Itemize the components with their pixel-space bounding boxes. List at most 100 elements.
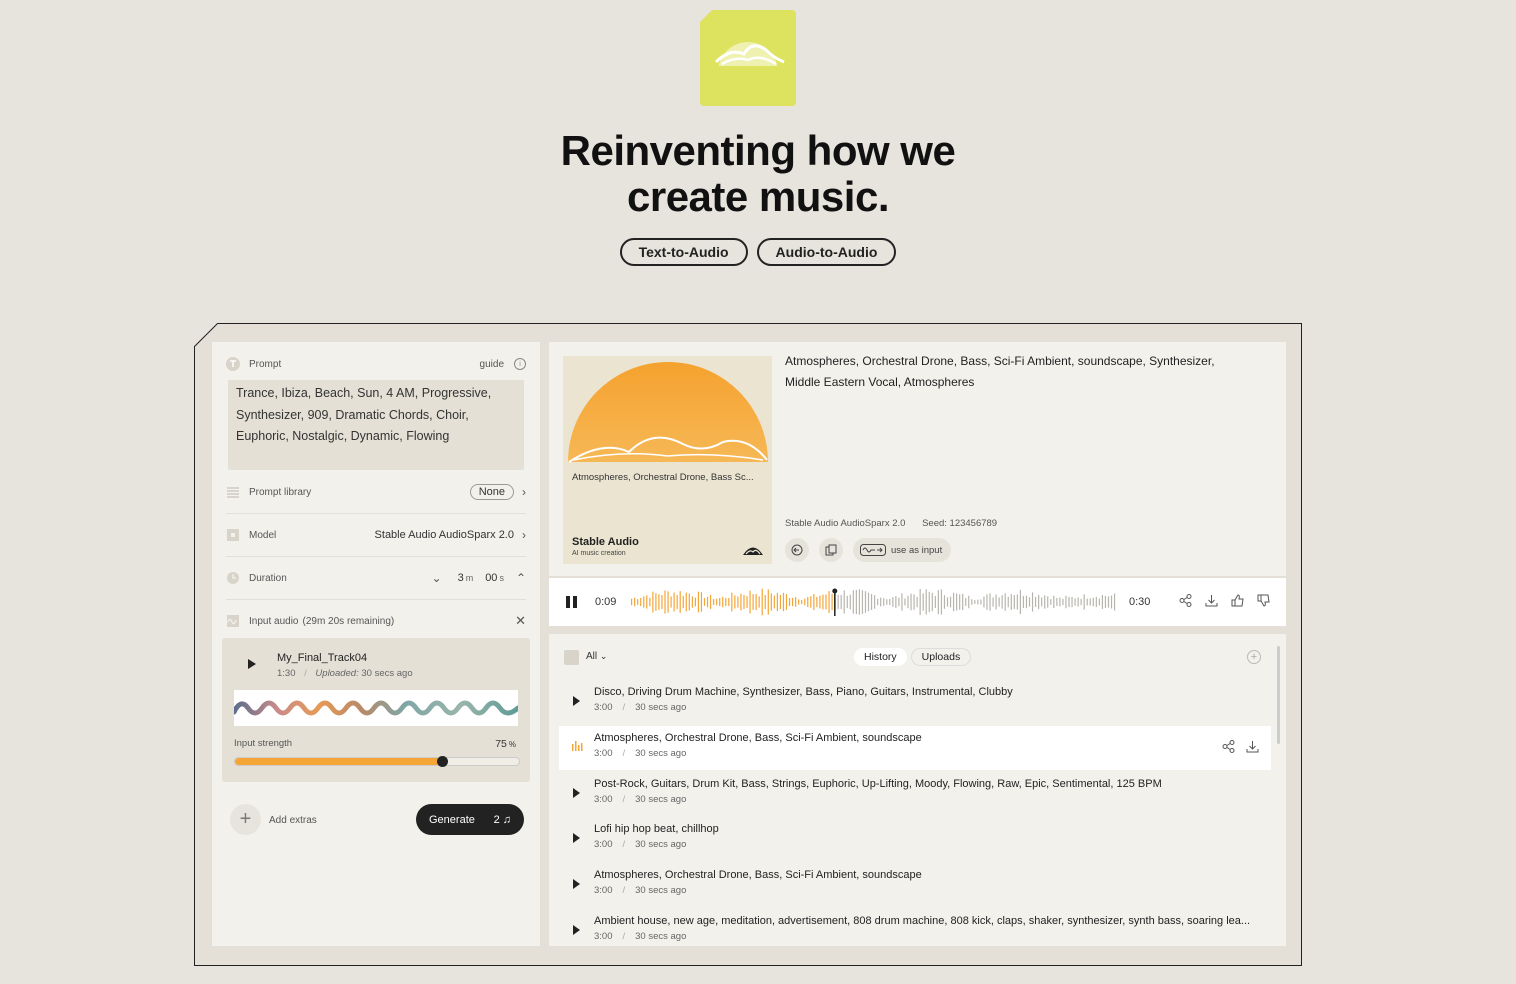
duration-minutes[interactable]: 3 bbox=[458, 572, 464, 584]
waveform-bar bbox=[722, 596, 724, 608]
history-item[interactable]: Disco, Driving Drum Machine, Synthesizer… bbox=[559, 680, 1271, 724]
model-label: Model bbox=[249, 529, 277, 541]
text-to-audio-button[interactable]: Text-to-Audio bbox=[619, 238, 748, 266]
tab-history[interactable]: History bbox=[854, 648, 907, 666]
pause-button[interactable] bbox=[566, 596, 577, 608]
waveform-bar bbox=[943, 595, 946, 609]
share-icon[interactable] bbox=[1179, 594, 1192, 607]
player-waveform[interactable] bbox=[629, 588, 1119, 616]
elapsed-time: 0:09 bbox=[595, 596, 617, 608]
use-as-input-button[interactable]: use as input bbox=[853, 538, 952, 562]
model-row[interactable]: Model Stable Audio AudioSparx 2.0 › bbox=[226, 514, 526, 557]
playhead-handle[interactable] bbox=[832, 588, 838, 594]
add-extras-button[interactable]: + bbox=[230, 804, 261, 835]
waveform-bar bbox=[922, 593, 924, 611]
waveform-bar bbox=[1019, 589, 1021, 615]
play-icon[interactable] bbox=[573, 925, 580, 935]
current-track-panel: Atmospheres, Orchestral Drone, Bass Sc..… bbox=[549, 342, 1286, 576]
waveform-bar bbox=[694, 597, 696, 607]
play-icon[interactable] bbox=[573, 696, 580, 706]
chevron-right-icon: › bbox=[522, 485, 526, 499]
waveform-bar bbox=[968, 595, 970, 609]
uploaded-label: Uploaded: bbox=[315, 668, 359, 679]
model-icon bbox=[227, 529, 239, 541]
waveform-bar bbox=[877, 598, 879, 606]
hero-line-1: Reinventing how we bbox=[560, 127, 956, 174]
play-icon[interactable] bbox=[573, 833, 580, 843]
waveform-bar bbox=[1016, 594, 1018, 610]
reuse-settings-button[interactable] bbox=[785, 538, 809, 562]
add-icon[interactable]: + bbox=[1247, 650, 1261, 664]
waveform-input-icon bbox=[860, 544, 886, 556]
waveform-bar bbox=[691, 596, 693, 608]
waveform-bar bbox=[1038, 594, 1040, 610]
play-icon[interactable] bbox=[573, 879, 580, 889]
prompt-library-row[interactable]: Prompt library None › bbox=[226, 471, 526, 514]
waveform-bar bbox=[779, 594, 782, 610]
download-icon[interactable] bbox=[1246, 740, 1259, 753]
guide-link[interactable]: guide bbox=[480, 359, 504, 370]
history-time: 30 secs ago bbox=[635, 702, 687, 713]
cover-logo-icon bbox=[743, 547, 763, 555]
waveform-bar bbox=[919, 588, 921, 616]
waveform-bar bbox=[703, 598, 706, 606]
waveform-bar bbox=[700, 592, 703, 612]
history-time: 30 secs ago bbox=[635, 931, 687, 942]
close-icon[interactable]: ✕ bbox=[515, 613, 526, 629]
waveform-bar bbox=[995, 594, 997, 610]
percent-unit: % bbox=[508, 740, 516, 749]
duration-seconds[interactable]: 00 bbox=[485, 572, 497, 584]
chevron-up-icon[interactable]: ⌃ bbox=[516, 571, 526, 585]
prompt-input[interactable]: Trance, Ibiza, Beach, Sun, 4 AM, Progres… bbox=[228, 380, 524, 470]
waveform-bar bbox=[673, 592, 675, 612]
input-waveform[interactable] bbox=[231, 690, 521, 726]
waveform-bar bbox=[983, 596, 985, 608]
waveform-bar bbox=[810, 596, 812, 608]
waveform-bar bbox=[761, 588, 763, 616]
waveform-bar bbox=[931, 592, 933, 612]
history-item[interactable]: Post-Rock, Guitars, Drum Kit, Bass, Stri… bbox=[559, 772, 1271, 816]
waveform-bar bbox=[1001, 595, 1003, 609]
chevron-down-icon[interactable]: ⌄ bbox=[432, 571, 442, 585]
waveform-bar bbox=[1025, 595, 1028, 609]
input-strength-slider[interactable] bbox=[234, 756, 520, 767]
history-title: Disco, Driving Drum Machine, Synthesizer… bbox=[594, 686, 1013, 698]
waveform-bar bbox=[743, 594, 745, 610]
waveform-bar bbox=[901, 593, 903, 611]
waveform-bar bbox=[1056, 597, 1058, 607]
history-item[interactable]: Lofi hip hop beat, chillhop 3:00/30 secs… bbox=[559, 817, 1271, 861]
generate-button[interactable]: Generate 2 ♫ bbox=[416, 804, 524, 835]
copy-icon[interactable] bbox=[819, 538, 843, 562]
history-item[interactable]: Atmospheres, Orchestral Drone, Bass, Sci… bbox=[559, 863, 1271, 907]
filter-dropdown[interactable]: All ⌄ bbox=[586, 651, 607, 662]
waveform-bar bbox=[685, 592, 687, 612]
waveform-bar bbox=[634, 597, 636, 607]
waveform-bar bbox=[861, 590, 864, 614]
info-icon[interactable]: i bbox=[514, 358, 526, 370]
filter-icon[interactable] bbox=[564, 650, 579, 665]
waveform-bar bbox=[1004, 593, 1006, 611]
download-icon[interactable] bbox=[1205, 594, 1218, 607]
share-icon[interactable] bbox=[1222, 740, 1235, 753]
input-strength-handle[interactable] bbox=[437, 756, 449, 767]
prompt-library-value[interactable]: None bbox=[469, 484, 514, 500]
history-item[interactable]: Ambient house, new age, meditation, adve… bbox=[559, 909, 1271, 946]
waveform-bar bbox=[713, 599, 715, 605]
thumbs-down-icon[interactable] bbox=[1257, 594, 1270, 607]
play-icon[interactable] bbox=[248, 659, 256, 669]
add-extras-label: Add extras bbox=[269, 815, 317, 826]
scrollbar[interactable] bbox=[1277, 646, 1280, 744]
waveform-bar bbox=[646, 595, 648, 609]
cover-caption: Atmospheres, Orchestral Drone, Bass Sc..… bbox=[572, 472, 754, 483]
play-icon[interactable] bbox=[573, 788, 580, 798]
waveform-bar bbox=[937, 590, 939, 614]
waveform-bar bbox=[880, 597, 882, 607]
waveform-bar bbox=[998, 597, 1000, 607]
waveform-bar bbox=[807, 596, 809, 608]
tab-uploads[interactable]: Uploads bbox=[910, 648, 972, 666]
audio-to-audio-button[interactable]: Audio-to-Audio bbox=[756, 238, 897, 266]
thumbs-up-icon[interactable] bbox=[1231, 594, 1244, 607]
history-item-active[interactable]: Atmospheres, Orchestral Drone, Bass, Sci… bbox=[559, 726, 1271, 770]
waveform-bar bbox=[925, 589, 927, 615]
duration-label: Duration bbox=[249, 572, 287, 584]
